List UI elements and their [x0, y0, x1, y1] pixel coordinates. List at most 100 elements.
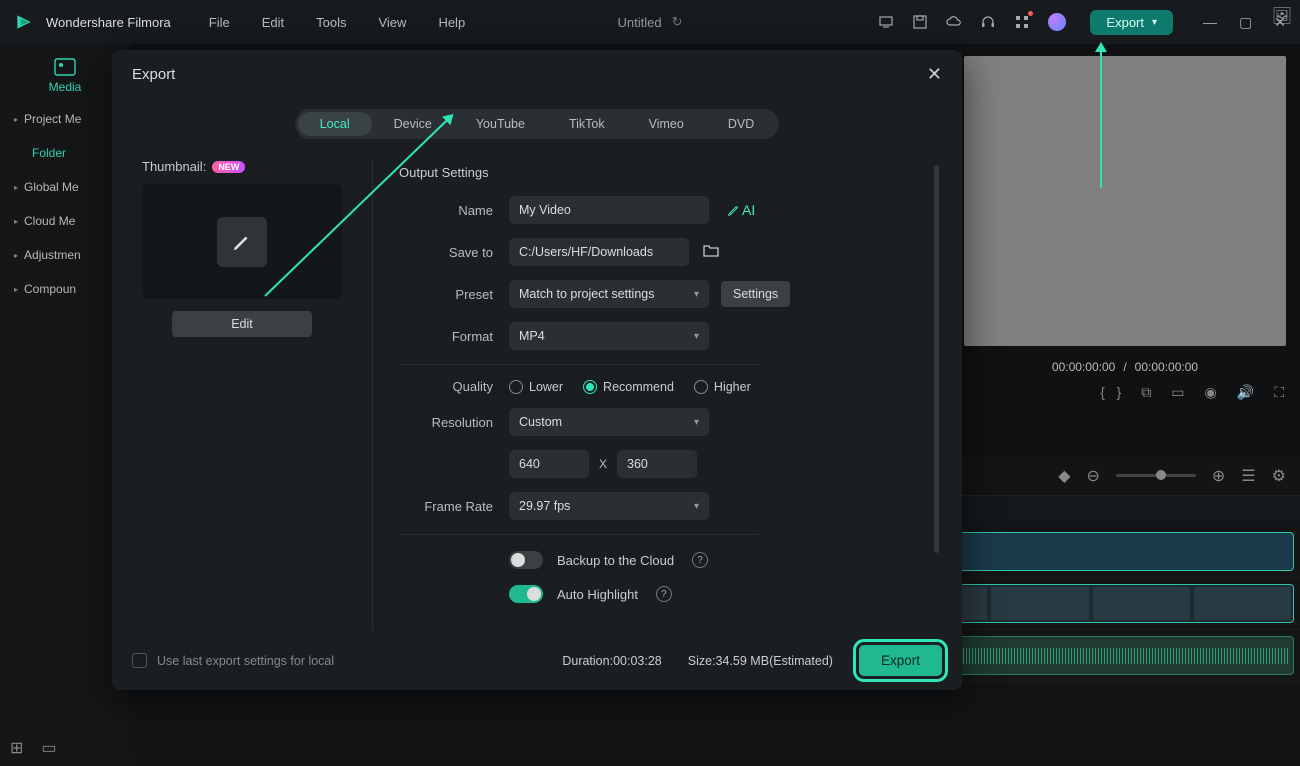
tab-dvd[interactable]: DVD: [706, 112, 776, 136]
window-minimize[interactable]: —: [1203, 14, 1217, 31]
list-icon[interactable]: ☰: [1241, 466, 1255, 486]
zoom-slider[interactable]: [1116, 474, 1196, 477]
auto-highlight-toggle[interactable]: [509, 585, 543, 603]
saveto-value: C:/Users/HF/Downloads: [519, 245, 653, 259]
preset-settings-button[interactable]: Settings: [721, 281, 790, 307]
chevron-down-icon: ▾: [694, 331, 699, 342]
marker-icon[interactable]: ◆: [1058, 466, 1070, 486]
help-icon[interactable]: ?: [656, 586, 672, 602]
resolution-label: Resolution: [399, 415, 509, 430]
tab-vimeo[interactable]: Vimeo: [627, 112, 706, 136]
saveto-input[interactable]: C:/Users/HF/Downloads: [509, 238, 689, 266]
volume-icon[interactable]: 🔊: [1237, 384, 1254, 401]
sidebar: Media ▸Project Me Folder ▸Global Me ▸Clo…: [0, 44, 130, 766]
name-input[interactable]: [509, 196, 709, 224]
close-icon[interactable]: ✕: [927, 64, 942, 85]
avatar-icon[interactable]: [1048, 13, 1066, 31]
thumbnail-preview[interactable]: [142, 184, 342, 299]
sidebar-item-global[interactable]: ▸Global Me: [0, 170, 130, 204]
zoom-in-icon[interactable]: ⊕: [1212, 466, 1225, 486]
save-icon[interactable]: [912, 14, 928, 30]
image-icon[interactable]: 🖼: [1272, 6, 1292, 26]
sidebar-item-project[interactable]: ▸Project Me: [0, 102, 130, 136]
media-icon: [54, 58, 76, 76]
settings-icon[interactable]: ⚙: [1272, 466, 1286, 486]
quality-lower-radio[interactable]: Lower: [509, 380, 563, 394]
quality-label: Quality: [399, 379, 509, 394]
use-last-checkbox[interactable]: [132, 653, 147, 668]
menu-help[interactable]: Help: [438, 15, 465, 30]
sidebar-item-label: Folder: [32, 146, 66, 160]
export-tabs: Local Device YouTube TikTok Vimeo DVD: [295, 109, 780, 139]
sidebar-tab-media[interactable]: Media: [0, 44, 130, 102]
dimension-x: X: [599, 457, 607, 471]
duration-info: Duration:00:03:28: [562, 654, 661, 668]
preset-select[interactable]: Match to project settings ▾: [509, 280, 709, 308]
resolution-select[interactable]: Custom▾: [509, 408, 709, 436]
auto-highlight-label: Auto Highlight: [557, 587, 638, 602]
size-info: Size:34.59 MB(Estimated): [688, 654, 833, 668]
apps-icon[interactable]: [1014, 14, 1030, 30]
export-dialog: Export ✕ Local Device YouTube TikTok Vim…: [112, 50, 962, 690]
preview-panel: 00:00:00:00 / 00:00:00:00 { } ⧉ ▭ ◉ 🔊 ⛶ …: [964, 56, 1286, 401]
edit-thumbnail-button[interactable]: Edit: [172, 311, 312, 337]
cloud-icon[interactable]: [946, 14, 962, 30]
sidebar-item-folder[interactable]: Folder: [0, 136, 130, 170]
menu-edit[interactable]: Edit: [262, 15, 284, 30]
preview-time-total: 00:00:00:00: [1135, 360, 1198, 374]
window-maximize[interactable]: ▢: [1239, 14, 1252, 31]
app-logo: [14, 12, 34, 32]
output-settings-title: Output Settings: [399, 165, 924, 180]
history-icon[interactable]: ↻: [672, 14, 683, 30]
scrollbar[interactable]: [934, 165, 939, 553]
help-icon[interactable]: ?: [692, 552, 708, 568]
sidebar-item-adjustment[interactable]: ▸Adjustmen: [0, 238, 130, 272]
sidebar-item-label: Project Me: [24, 112, 81, 126]
folder-icon[interactable]: ▭: [41, 738, 56, 758]
screen-icon[interactable]: [878, 14, 894, 30]
fullscreen-icon[interactable]: ⛶: [1274, 384, 1284, 401]
ai-icon[interactable]: AI: [727, 202, 755, 218]
brackets-icon[interactable]: { }: [1100, 384, 1121, 401]
display-icon[interactable]: ▭: [1171, 384, 1184, 401]
sidebar-item-label: Adjustmen: [24, 248, 81, 262]
folder-browse-icon[interactable]: [703, 243, 719, 262]
sidebar-item-compound[interactable]: ▸Compoun: [0, 272, 130, 306]
zoom-out-icon[interactable]: ⊖: [1087, 466, 1100, 486]
preset-value: Match to project settings: [519, 287, 654, 301]
preview-viewport[interactable]: [964, 56, 1286, 346]
headphones-icon[interactable]: [980, 14, 996, 30]
framerate-select[interactable]: 29.97 fps▾: [509, 492, 709, 520]
time-sep: /: [1123, 360, 1126, 374]
framerate-label: Frame Rate: [399, 499, 509, 514]
preset-label: Preset: [399, 287, 509, 302]
backup-cloud-label: Backup to the Cloud: [557, 553, 674, 568]
tab-local[interactable]: Local: [298, 112, 372, 136]
chevron-down-icon: ▾: [694, 289, 699, 300]
tab-tiktok[interactable]: TikTok: [547, 112, 627, 136]
folder-add-icon[interactable]: ⊞: [10, 738, 23, 758]
format-label: Format: [399, 329, 509, 344]
format-value: MP4: [519, 329, 545, 343]
radio-label: Lower: [529, 380, 563, 394]
radio-label: Recommend: [603, 380, 674, 394]
export-button[interactable]: Export: [859, 645, 942, 676]
tab-youtube[interactable]: YouTube: [454, 112, 547, 136]
pencil-icon: [217, 217, 267, 267]
menu-view[interactable]: View: [378, 15, 406, 30]
width-input[interactable]: [509, 450, 589, 478]
snapshot-icon[interactable]: ◉: [1205, 384, 1217, 401]
resolution-value: Custom: [519, 415, 562, 429]
quality-recommend-radio[interactable]: Recommend: [583, 380, 674, 394]
sidebar-item-cloud[interactable]: ▸Cloud Me: [0, 204, 130, 238]
compare-icon[interactable]: ⧉: [1141, 384, 1151, 401]
thumbnail-label: Thumbnail:: [142, 159, 206, 174]
export-button-top[interactable]: Export ▾: [1090, 10, 1173, 35]
format-select[interactable]: MP4 ▾: [509, 322, 709, 350]
app-name: Wondershare Filmora: [46, 15, 171, 30]
backup-cloud-toggle[interactable]: [509, 551, 543, 569]
menu-tools[interactable]: Tools: [316, 15, 346, 30]
quality-higher-radio[interactable]: Higher: [694, 380, 751, 394]
height-input[interactable]: [617, 450, 697, 478]
menu-file[interactable]: File: [209, 15, 230, 30]
